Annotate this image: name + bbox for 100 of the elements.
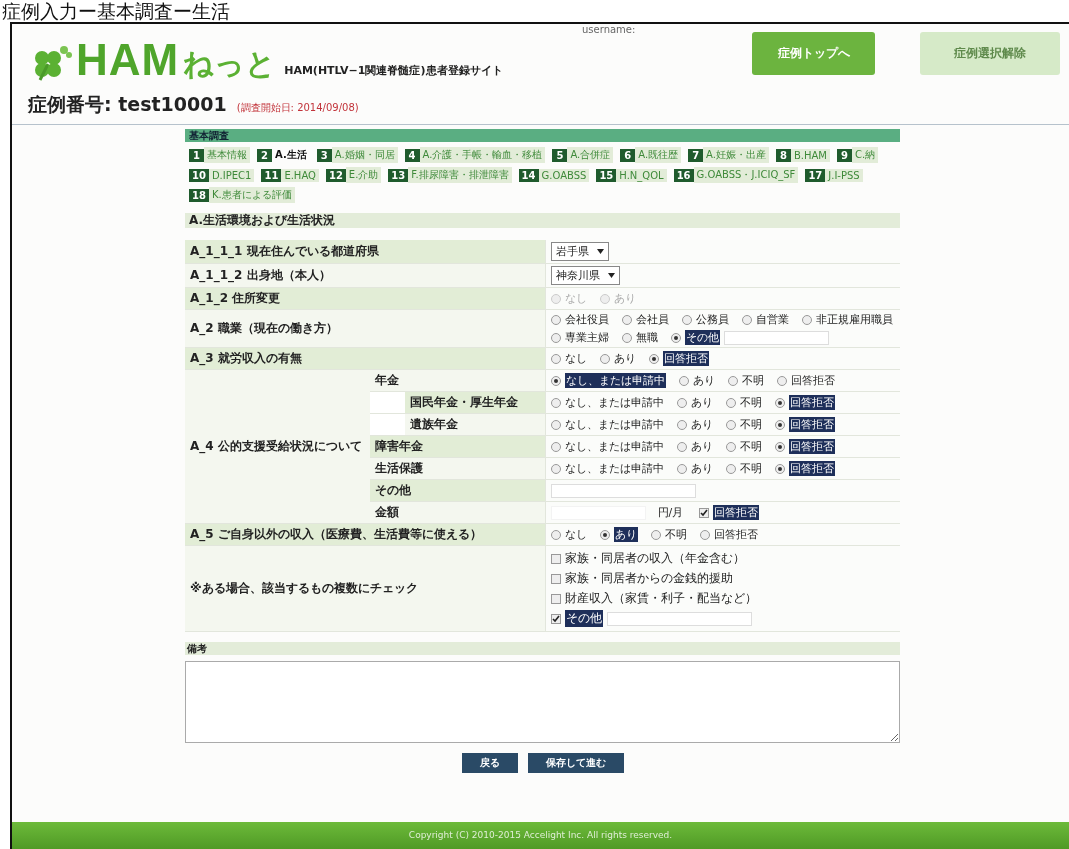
option-label: あり xyxy=(690,395,713,410)
option-label: あり xyxy=(613,527,638,542)
option-label: 無職 xyxy=(635,330,658,345)
option-label: あり xyxy=(613,351,636,366)
select-field[interactable]: 神奈川県 xyxy=(550,266,620,285)
field-label: A_5 ご自身以外の収入（医療費、生活費等に使える） xyxy=(190,527,482,541)
radio-button[interactable] xyxy=(681,314,692,325)
checkbox[interactable] xyxy=(699,507,710,518)
radio-button[interactable] xyxy=(550,419,561,430)
option-label: 回答拒否 xyxy=(788,439,835,454)
option-label: なし xyxy=(564,291,587,306)
option-label: 回答拒否 xyxy=(790,373,835,388)
option-label: 財産収入（家賃・利子・配当など） xyxy=(564,590,757,607)
option-label: あり xyxy=(690,461,713,476)
option-label: 公務員 xyxy=(695,312,729,327)
radio-button[interactable] xyxy=(550,353,561,364)
field-label: 年金 xyxy=(375,373,399,387)
option-label: 回答拒否 xyxy=(713,527,758,542)
radio-button[interactable] xyxy=(725,419,736,430)
option-label: なし、または申請中 xyxy=(564,439,664,454)
footer-bar: Copyright (C) 2010-2015 Accelight Inc. All rights reserved. xyxy=(12,822,1069,849)
checkbox[interactable] xyxy=(550,573,561,584)
radio-button[interactable] xyxy=(550,463,561,474)
radio-button[interactable] xyxy=(676,463,687,474)
input-field[interactable] xyxy=(550,483,696,498)
radio-button[interactable] xyxy=(648,353,659,364)
option-label: 非正規雇用職員 xyxy=(815,312,893,327)
radio-button[interactable] xyxy=(676,419,687,430)
radio-button[interactable] xyxy=(774,463,785,474)
site-subtitle: HAM(HTLV−1関連脊髄症)患者登録サイト xyxy=(284,63,503,78)
option-label: 不明 xyxy=(741,373,764,388)
radio-button[interactable] xyxy=(650,529,661,540)
radio-button[interactable] xyxy=(774,397,785,408)
checkbox[interactable] xyxy=(550,593,561,604)
option-label: 会社役員 xyxy=(564,312,609,327)
radio-button[interactable] xyxy=(774,419,785,430)
radio-button[interactable] xyxy=(550,314,561,325)
radio-button[interactable] xyxy=(725,463,736,474)
radio-button[interactable] xyxy=(774,441,785,452)
field-label: 生活保護 xyxy=(375,461,423,475)
remarks-field[interactable] xyxy=(185,661,900,743)
subsection-header: A.生活環境および生活状況 xyxy=(185,213,900,228)
radio-button[interactable] xyxy=(550,375,561,386)
radio-button[interactable] xyxy=(670,332,681,343)
option-label: なし、または申請中 xyxy=(564,395,664,410)
option-label: その他 xyxy=(684,330,720,345)
radio-button[interactable] xyxy=(699,529,710,540)
radio-button[interactable] xyxy=(725,441,736,452)
checkbox[interactable] xyxy=(550,553,561,564)
section-tab[interactable]: 2 A.生活 xyxy=(257,147,310,163)
option-label: 家族・同居者からの金銭的援助 xyxy=(564,570,733,587)
caret-icon xyxy=(607,273,615,278)
field-label: A_2 職業（現在の働き方） xyxy=(190,321,338,335)
option-label: 不明 xyxy=(739,439,762,454)
radio-button[interactable] xyxy=(776,375,787,386)
option-label: 会社員 xyxy=(635,312,669,327)
radio-button[interactable] xyxy=(599,353,610,364)
option-label: なし、または申請中 xyxy=(564,461,664,476)
option-label: なし xyxy=(564,351,587,366)
option-label: なし、または申請中 xyxy=(564,373,666,388)
option-label: 回答拒否 xyxy=(788,395,835,410)
radio-button[interactable] xyxy=(741,314,752,325)
caret-icon xyxy=(596,249,604,254)
option-label: 不明 xyxy=(664,527,687,542)
option-label: あり xyxy=(613,291,636,306)
action-button[interactable]: 保存して進む xyxy=(527,753,624,773)
radio-button[interactable] xyxy=(550,332,561,343)
select-field[interactable]: 岩手県 xyxy=(550,242,609,261)
checkbox[interactable] xyxy=(550,613,561,624)
remarks-header: 備考 xyxy=(185,642,900,655)
radio-button[interactable] xyxy=(599,529,610,540)
option-label: 家族・同居者の収入（年金含む） xyxy=(564,550,745,567)
radio-button[interactable] xyxy=(550,441,561,452)
option-label: 不明 xyxy=(739,461,762,476)
survey-date: (調査開始日: 2014/09/08) xyxy=(236,101,359,115)
radio-button[interactable] xyxy=(676,397,687,408)
field-label: 遺族年金 xyxy=(410,417,458,431)
unit-label: 円/月 xyxy=(657,505,684,520)
logo-text: HAM xyxy=(76,38,180,82)
radio-button[interactable] xyxy=(678,375,689,386)
radio-button[interactable] xyxy=(621,332,632,343)
radio-button[interactable] xyxy=(621,314,632,325)
option-label: 専業主婦 xyxy=(564,330,609,345)
option-label: 回答拒否 xyxy=(788,461,835,476)
radio-button[interactable] xyxy=(550,397,561,408)
radio-button[interactable] xyxy=(550,529,561,540)
radio-button[interactable] xyxy=(676,441,687,452)
field-label: 国民年金・厚生年金 xyxy=(410,395,518,409)
option-label: あり xyxy=(690,417,713,432)
radio-button[interactable] xyxy=(725,397,736,408)
field-label: 金額 xyxy=(375,505,399,519)
input-field[interactable] xyxy=(606,611,752,626)
action-button[interactable]: 戻る xyxy=(461,753,518,773)
option-label: 回答拒否 xyxy=(713,505,760,520)
radio-button[interactable] xyxy=(727,375,738,386)
input-field[interactable] xyxy=(723,330,829,345)
radio-button[interactable] xyxy=(801,314,812,325)
option-label: あり xyxy=(690,439,713,454)
page-caption: 症例入力ー基本調査ー生活 xyxy=(2,0,230,22)
option-label: その他 xyxy=(564,610,603,627)
